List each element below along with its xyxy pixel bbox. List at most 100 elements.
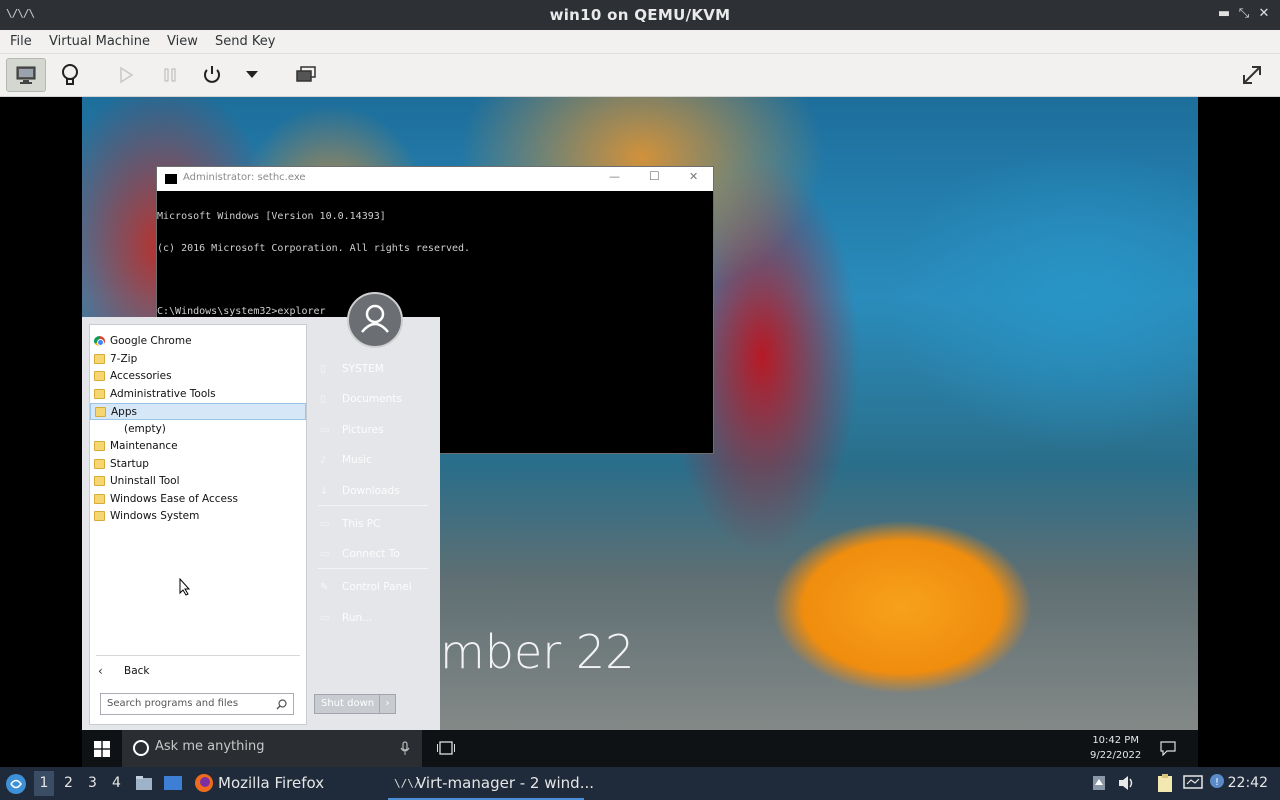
cmd-close-button[interactable]: ✕ [689,170,698,183]
shutdown-label: Shut down [321,698,375,709]
place-label: This PC [342,518,381,530]
start-place-documents[interactable]: ▯ Documents [320,393,402,405]
cmd-titlebar[interactable]: Administrator: sethc.exe — ☐ ✕ [157,167,713,191]
folder-icon [94,353,105,364]
start-program-google-chrome[interactable]: Google Chrome [90,333,306,350]
folder-icon [95,407,106,417]
start-places-pane: ▯ SYSTEM ▯ Documents ▭ Pictures ♪ Music ↓ Dow… [312,317,440,730]
lockscreen-date-text: mber 22 [440,625,635,679]
folder-icon [94,371,105,381]
cmd-maximize-button[interactable]: ☐ [649,169,660,183]
host-clock[interactable]: 22:42 [1228,775,1268,791]
start-place-downloads[interactable]: ↓ Downloads [320,485,400,497]
task-view-icon[interactable] [437,741,455,755]
menu-virtual-machine[interactable]: Virtual Machine [49,34,150,49]
cortana-placeholder: Ask me anything [155,739,265,754]
fullscreen-button[interactable] [1232,58,1272,92]
start-program-empty[interactable]: (empty) [90,421,306,438]
guest-clock[interactable]: 10:42 PM 9/22/2022 [1090,733,1141,763]
place-label: Pictures [342,424,384,436]
menubar: File Virtual Machine View Send Key [0,30,1280,54]
folder-icon [94,493,105,504]
start-place-music[interactable]: ♪ Music [320,454,372,466]
computer-icon: ▭ [320,519,330,530]
program-label: Administrative Tools [110,387,216,400]
file-manager-icon[interactable] [135,775,153,791]
close-button[interactable]: ✕ [1254,4,1274,24]
network-icon: ▭ [320,549,330,560]
run-icon: ▭ [320,613,330,624]
chevron-down-icon [246,71,258,78]
shutdown-button[interactable]: Shut down › [314,694,396,714]
chevron-left-icon: ‹ [98,664,103,678]
screenshot-button[interactable] [286,58,326,92]
maximize-button[interactable]: ⤡ [1234,4,1254,24]
network-icon[interactable]: ! [1209,773,1227,791]
start-program-uninstall-tool[interactable]: Uninstall Tool [90,473,306,490]
start-place-run[interactable]: ▭ Run... [320,612,372,624]
document-icon: ▯ [320,364,326,375]
start-program-7zip[interactable]: 7-Zip [90,351,306,368]
tray-updates-icon[interactable] [1092,775,1106,791]
menu-view[interactable]: View [167,34,198,49]
start-programs-pane: Google Chrome 7-Zip Accessories Administ… [89,324,307,725]
cmd-line: (c) 2016 Microsoft Corporation. All righ… [157,242,471,254]
shutdown-menu-button[interactable] [232,58,272,92]
program-label: Apps [111,406,137,418]
menu-send-key[interactable]: Send Key [215,34,275,49]
start-place-this-pc[interactable]: ▭ This PC [320,518,380,530]
microphone-icon[interactable] [400,741,410,756]
shutdown-button[interactable] [192,58,232,92]
clipboard-icon[interactable] [1156,773,1174,793]
minimize-button[interactable]: ▬ [1214,4,1234,24]
cortana-search-box[interactable]: Ask me anything [122,730,422,767]
start-program-windows-ease-of-access[interactable]: Windows Ease of Access [90,491,306,508]
app-launcher-icon[interactable] [5,773,27,795]
program-label: Windows System [110,510,200,522]
window-title: win10 on QEMU/KVM [549,6,731,24]
start-program-startup[interactable]: Startup [90,456,306,473]
screenshot-icon [296,66,316,82]
monitor-icon [16,66,36,84]
notifications-icon[interactable] [1160,741,1176,756]
start-place-system[interactable]: ▯ SYSTEM [320,363,384,375]
start-program-maintenance[interactable]: Maintenance [90,438,306,455]
start-program-windows-system[interactable]: Windows System [90,508,306,525]
workspace-1[interactable]: 1 [34,771,54,796]
lightbulb-icon [62,64,78,85]
console-view-button[interactable] [6,58,46,92]
start-program-accessories[interactable]: Accessories [90,368,306,385]
show-desktop-icon[interactable] [163,775,183,791]
task-virt-manager[interactable]: \/\/ Virt-manager - 2 wind... [388,767,594,800]
windows-start-icon[interactable] [94,741,110,757]
cmd-line [157,275,713,286]
guest-taskbar: Ask me anything 10:42 PM 9/22/2022 [82,730,1198,767]
documents-icon: ▯ [320,394,326,405]
cortana-icon [133,740,149,756]
workspace-2[interactable]: 2 [64,775,73,791]
search-placeholder: Search programs and files [107,698,239,709]
start-program-administrative-tools[interactable]: Administrative Tools [90,386,306,403]
display-icon[interactable] [1183,775,1203,791]
menu-file[interactable]: File [10,34,32,49]
pause-button[interactable] [150,58,190,92]
workspace-3[interactable]: 3 [88,775,97,791]
run-button[interactable] [106,58,146,92]
start-place-connect-to[interactable]: ▭ Connect To [320,548,400,560]
start-place-control-panel[interactable]: ✎ Control Panel [320,581,412,593]
shutdown-options-button[interactable]: › [379,695,395,713]
workspace-4[interactable]: 4 [112,775,121,791]
place-label: Control Panel [342,581,412,593]
volume-icon[interactable] [1118,775,1136,791]
host-panel: 1 2 3 4 Mozilla Firefox \/\/ Virt-manage… [0,767,1280,800]
cmd-icon [165,174,177,184]
control-panel-icon: ✎ [320,582,329,593]
back-button[interactable]: ‹ Back [96,662,216,682]
start-place-pictures[interactable]: ▭ Pictures [320,424,384,436]
cmd-minimize-button[interactable]: — [609,170,620,183]
start-program-apps[interactable]: Apps [90,403,306,420]
details-view-button[interactable] [50,58,90,92]
place-label: Downloads [342,485,400,497]
start-search-input[interactable]: Search programs and files [100,693,294,715]
guest-desktop[interactable]: mber 22 Administrator: sethc.exe — ☐ ✕ M… [82,97,1198,767]
